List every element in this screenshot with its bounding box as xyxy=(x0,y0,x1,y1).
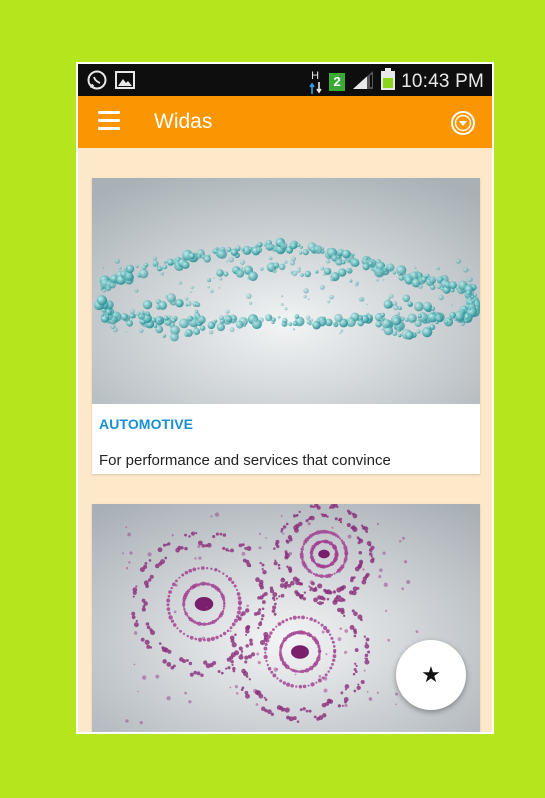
phone-screen: H 2 10:43 PM Widas AUTOMOTIVE For perfor… xyxy=(78,64,492,732)
sim2-icon: 2 xyxy=(329,72,346,91)
app-title: Widas xyxy=(154,110,213,133)
car-particles-illustration xyxy=(92,178,480,404)
battery-icon xyxy=(381,68,396,95)
data-arrows-icon: H xyxy=(309,70,323,94)
status-bar: H 2 10:43 PM xyxy=(78,64,492,96)
card-automotive[interactable]: AUTOMOTIVE For performance and services … xyxy=(92,178,480,474)
card-description: For performance and services that convin… xyxy=(99,452,391,469)
whatsapp-icon xyxy=(86,69,108,96)
chevron-down-circle-icon[interactable] xyxy=(450,110,476,136)
signal-icon xyxy=(351,69,375,94)
star-icon: ★ xyxy=(421,662,441,687)
hamburger-menu-icon[interactable] xyxy=(98,111,120,131)
app-bar: Widas xyxy=(78,96,492,148)
image-icon xyxy=(114,69,136,96)
card-category: AUTOMOTIVE xyxy=(99,416,194,432)
network-type-label: H xyxy=(311,69,320,82)
favorite-fab-button[interactable]: ★ xyxy=(396,640,466,710)
status-time: 10:43 PM xyxy=(401,70,484,92)
